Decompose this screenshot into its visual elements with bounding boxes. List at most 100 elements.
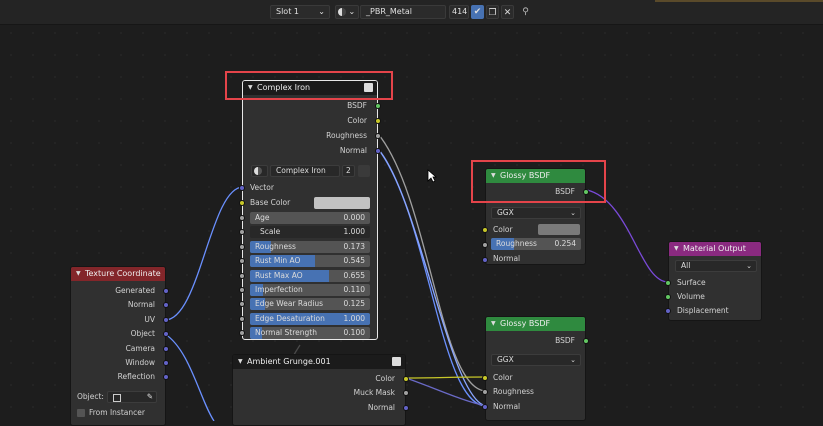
socket-texcoord-out[interactable]	[163, 360, 169, 366]
glossy1-distribution-dropdown[interactable]: GGX ⌄	[491, 207, 581, 219]
collapse-triangle-icon[interactable]: ▼	[76, 267, 81, 281]
collapse-triangle-icon[interactable]: ▼	[674, 242, 679, 256]
socket-texcoord-out[interactable]	[163, 345, 169, 352]
glossy-bsdf-title-2: Glossy BSDF	[500, 319, 551, 328]
socket-param-in[interactable]	[239, 215, 245, 221]
fake-user-shield-icon[interactable]	[358, 165, 370, 177]
chevron-down-icon: ⌄	[746, 262, 752, 270]
link-object-to-vector	[164, 186, 244, 321]
socket-param-in[interactable]	[239, 330, 245, 337]
output-bsdf: BSDF	[347, 101, 367, 110]
param-value: 0.100	[343, 328, 365, 338]
input-volume: Volume	[677, 292, 705, 301]
param-label: Roughness	[255, 241, 296, 251]
complex-iron-node[interactable]: ▼ Complex Iron BSDF Color Roughness Norm…	[239, 80, 381, 340]
param-slider[interactable]: Edge Wear Radius 0.125	[250, 298, 370, 311]
group-users[interactable]: 2	[342, 165, 355, 177]
glossy-bsdf-header-2[interactable]: ▼ Glossy BSDF	[486, 317, 585, 331]
param-slider[interactable]: Normal Strength 0.100	[250, 327, 370, 340]
glossy2-normal-label: Normal	[493, 402, 521, 411]
material-output-header[interactable]: ▼ Material Output	[669, 242, 761, 256]
socket-param-in[interactable]	[239, 315, 245, 322]
socket-glossy2-roughness-in[interactable]	[482, 389, 488, 395]
chevron-down-icon: ⌄	[570, 356, 576, 364]
socket-glossy1-normal-in[interactable]	[482, 257, 488, 263]
socket-glossy2-normal-in[interactable]	[482, 404, 488, 410]
socket-param-in[interactable]	[239, 301, 245, 308]
node-group-icon[interactable]	[392, 357, 401, 366]
param-label: Imperfection	[255, 285, 303, 294]
param-value: 0.000	[343, 213, 365, 222]
socket-param-in[interactable]	[239, 229, 245, 236]
highlight-glossy-bsdf	[471, 160, 606, 203]
link-grunge-color-to-glossy2	[405, 376, 487, 379]
glossy-bsdf-node-2[interactable]: ▼ Glossy BSDF BSDF GGX ⌄ Color Roughness…	[482, 316, 589, 421]
link-glossy1-to-output	[586, 189, 669, 283]
param-slider[interactable]: Age 0.000	[250, 212, 370, 224]
param-value: 1.000	[343, 227, 365, 237]
socket-bsdf-out[interactable]	[375, 103, 381, 109]
socket-grunge-out[interactable]	[403, 404, 409, 411]
node-tree-icon	[254, 167, 262, 175]
param-slider[interactable]: Rust Min AO 0.545	[250, 255, 370, 268]
glossy1-roughness-slider[interactable]: Roughness 0.254	[491, 238, 581, 250]
group-browse-button[interactable]	[251, 165, 268, 177]
param-slider[interactable]: Scale 1.000	[250, 226, 370, 239]
socket-glossy2-bsdf-out[interactable]	[583, 338, 589, 344]
socket-texcoord-out[interactable]	[163, 316, 169, 323]
glossy1-normal-label: Normal	[493, 254, 521, 263]
glossy2-roughness-label: Roughness	[493, 387, 534, 396]
material-output-title: Material Output	[683, 244, 746, 253]
input-base-color: Base Color	[250, 198, 291, 207]
socket-surface-in[interactable]	[665, 280, 671, 286]
socket-glossy2-color-in[interactable]	[482, 375, 488, 381]
glossy2-color-label: Color	[493, 373, 513, 382]
render-target-dropdown[interactable]: All ⌄	[675, 260, 757, 272]
texture-coordinate-header[interactable]: ▼ Texture Coordinate	[71, 267, 165, 281]
socket-param-in[interactable]	[239, 272, 245, 279]
collapse-triangle-icon[interactable]: ▼	[238, 355, 243, 369]
socket-roughness-out[interactable]	[375, 133, 381, 139]
base-color-swatch[interactable]	[314, 197, 370, 209]
socket-texcoord-out[interactable]	[163, 288, 169, 294]
texcoord-output: Normal	[127, 300, 155, 310]
param-label: Rust Max AO	[255, 270, 303, 280]
from-instancer-checkbox[interactable]	[77, 409, 85, 417]
param-label: Edge Wear Radius	[255, 299, 324, 309]
socket-glossy1-roughness-in[interactable]	[482, 242, 488, 248]
socket-normal-out[interactable]	[375, 148, 381, 154]
param-label: Scale	[260, 227, 281, 237]
ambient-grunge-header[interactable]: ▼ Ambient Grunge.001	[233, 355, 405, 369]
from-instancer-label: From Instancer	[89, 408, 145, 417]
param-slider[interactable]: Edge Desaturation 1.000	[250, 312, 370, 325]
group-name-field[interactable]: Complex Iron	[270, 165, 340, 177]
glossy2-distribution-dropdown[interactable]: GGX ⌄	[491, 354, 581, 366]
param-slider[interactable]: Roughness 0.173	[250, 240, 370, 253]
param-slider[interactable]: Imperfection 0.110	[250, 284, 370, 296]
socket-param-in[interactable]	[239, 258, 245, 265]
param-value: 0.125	[343, 299, 365, 309]
socket-color-out[interactable]	[375, 118, 381, 124]
collapse-triangle-icon[interactable]: ▼	[491, 317, 496, 331]
group-name: Complex Iron	[276, 166, 326, 175]
object-picker[interactable]: ✎	[107, 391, 157, 403]
socket-glossy1-color-in[interactable]	[482, 227, 488, 233]
object-icon	[113, 394, 121, 402]
ambient-grunge-node[interactable]: ▼ Ambient Grunge.001 Color Muck Mask Norma…	[232, 354, 409, 426]
socket-vector-in[interactable]	[239, 185, 245, 191]
socket-param-in[interactable]	[239, 287, 245, 293]
texture-coordinate-title: Texture Coordinate	[85, 269, 161, 278]
param-value: 0.655	[343, 270, 365, 280]
param-slider[interactable]: Rust Max AO 0.655	[250, 269, 370, 282]
socket-displacement-in[interactable]	[665, 308, 671, 314]
socket-param-in[interactable]	[239, 243, 245, 250]
socket-grunge-out[interactable]	[403, 376, 409, 382]
eyedropper-icon[interactable]: ✎	[147, 392, 153, 402]
param-value: 0.110	[343, 285, 365, 294]
socket-volume-in[interactable]	[665, 294, 671, 300]
socket-base-color-in[interactable]	[239, 200, 245, 206]
grunge-output: Color	[375, 374, 395, 383]
material-output-node[interactable]: ▼ Material Output All ⌄ Surface Volume D…	[665, 241, 762, 321]
texture-coordinate-node[interactable]: ▼ Texture Coordinate Generated Normal UV Ob…	[70, 266, 169, 426]
glossy1-color-swatch[interactable]	[538, 224, 580, 235]
